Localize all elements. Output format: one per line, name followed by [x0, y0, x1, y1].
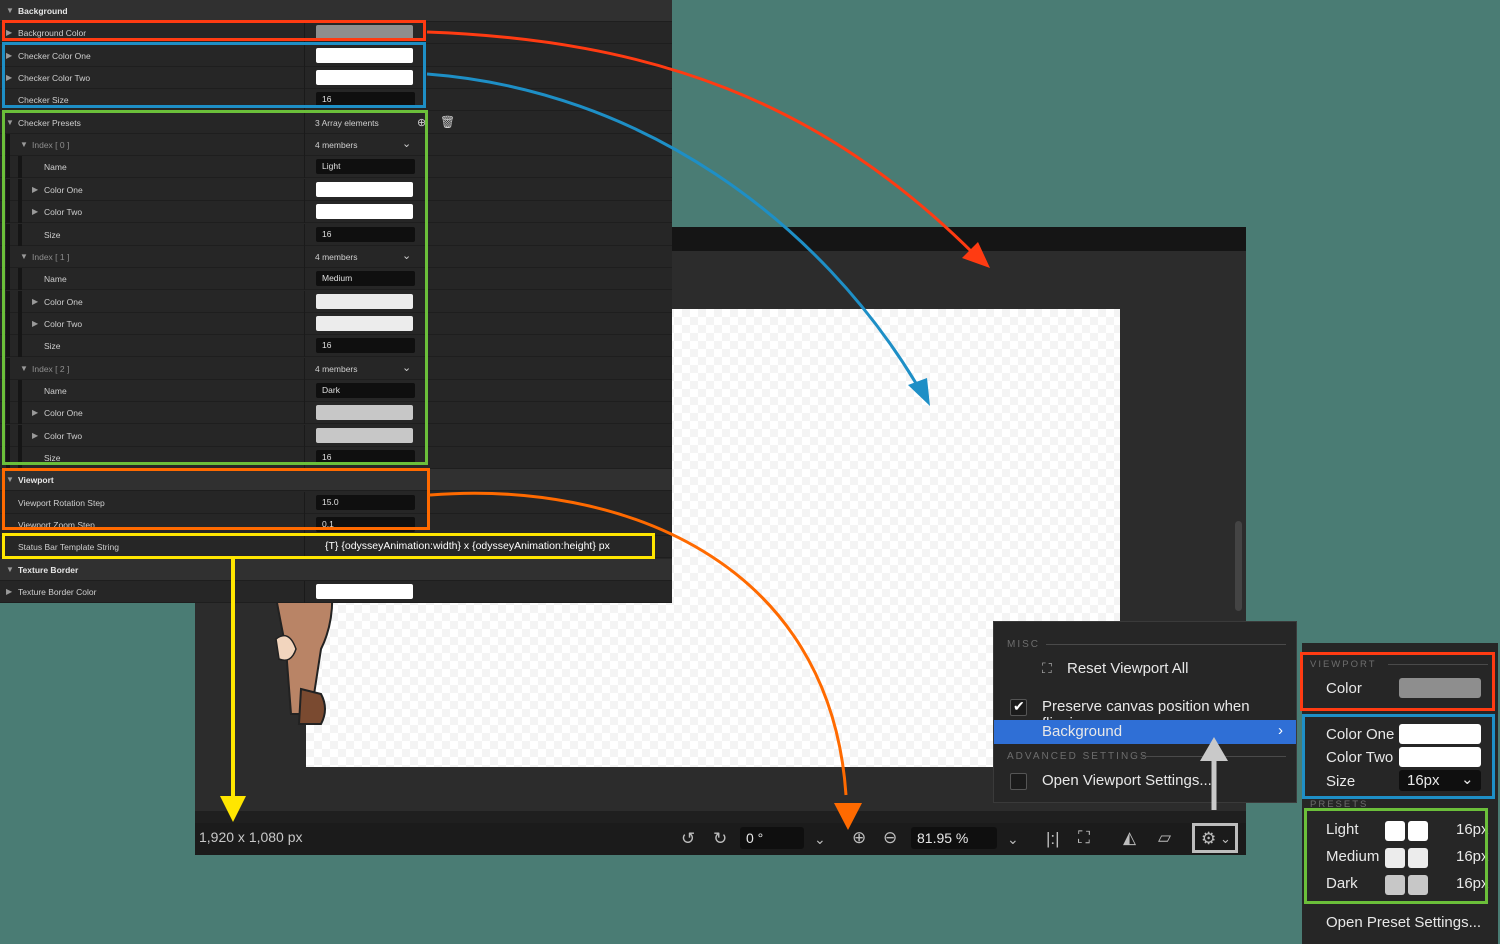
annotation-arrows — [220, 30, 1228, 830]
yellow-arrowhead — [220, 796, 246, 822]
orange-arrow — [429, 491, 848, 796]
gray-arrowhead — [1200, 737, 1228, 761]
blue-arrowhead — [908, 378, 930, 406]
blue-arrow — [426, 72, 922, 391]
red-arrow — [426, 30, 977, 257]
orange-arrowhead — [834, 803, 862, 830]
